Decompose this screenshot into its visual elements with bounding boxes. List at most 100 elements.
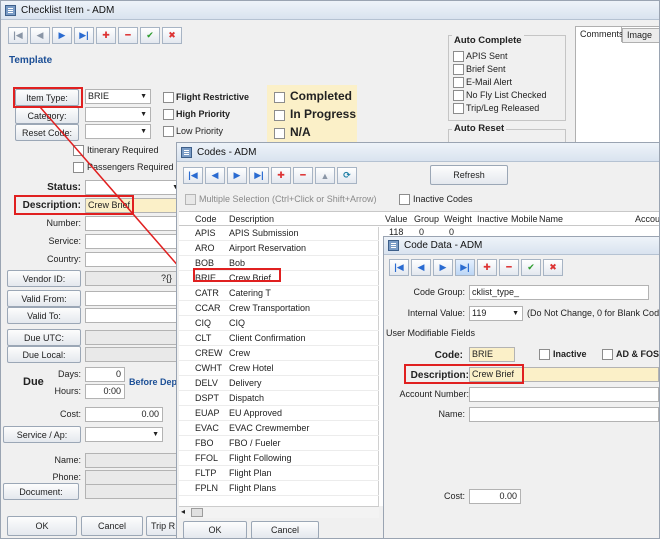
checklist-cancel-button[interactable]: Cancel — [81, 516, 143, 536]
phone-input[interactable] — [85, 470, 181, 485]
codes-row-description[interactable]: Catering T — [229, 287, 271, 299]
prev-record-icon[interactable]: ◀ — [411, 259, 431, 276]
no-fly-list-checkbox[interactable] — [453, 90, 464, 101]
refresh-icon[interactable]: ⟳ — [337, 167, 357, 184]
codes-row-code[interactable]: CREW — [195, 347, 223, 359]
item-type-select[interactable]: BRIE — [85, 89, 151, 104]
valid-from-button[interactable]: Valid From: — [7, 290, 81, 307]
codes-row-description[interactable]: Crew — [229, 347, 250, 359]
vendor-id-button[interactable]: Vendor ID: — [7, 270, 81, 287]
codes-row-code[interactable]: CIQ — [195, 317, 211, 329]
codes-row-code[interactable]: DSPT — [195, 392, 219, 404]
col-name[interactable]: Name — [539, 213, 563, 225]
last-record-icon[interactable]: ▶| — [249, 167, 269, 184]
delete-record-icon[interactable]: ━ — [499, 259, 519, 276]
due-utc-input[interactable] — [85, 330, 181, 345]
scroll-left-icon[interactable]: ◂ — [181, 507, 185, 516]
codes-row-description[interactable]: APIS Submission — [229, 227, 299, 239]
code-data-description-input[interactable]: Crew Brief — [469, 367, 659, 382]
passengers-required-checkbox[interactable] — [73, 162, 84, 173]
codes-cancel-button[interactable]: Cancel — [251, 521, 319, 538]
apis-sent-checkbox[interactable] — [453, 51, 464, 62]
due-hours-input[interactable]: 0:00 — [85, 384, 125, 399]
due-utc-button[interactable]: Due UTC: — [7, 329, 81, 346]
low-priority-checkbox[interactable] — [163, 126, 174, 137]
status-select[interactable] — [85, 180, 183, 195]
col-code[interactable]: Code — [195, 213, 217, 225]
codes-row-description[interactable]: Flight Following — [229, 452, 292, 464]
codes-row-code[interactable]: EUAP — [195, 407, 220, 419]
add-record-icon[interactable]: ✚ — [477, 259, 497, 276]
valid-to-input[interactable] — [85, 308, 181, 323]
codes-row-description[interactable]: FBO / Fueler — [229, 437, 281, 449]
multiple-selection-checkbox[interactable] — [185, 194, 196, 205]
codes-row-description[interactable]: CIQ — [229, 317, 245, 329]
comments-panel[interactable] — [575, 26, 659, 146]
itinerary-required-checkbox[interactable] — [73, 145, 84, 156]
item-type-button[interactable]: Item Type: — [15, 89, 79, 106]
due-days-input[interactable]: 0 — [85, 367, 125, 382]
codes-row-code[interactable]: FPLN — [195, 482, 218, 494]
first-record-icon[interactable]: |◀ — [183, 167, 203, 184]
codes-row-code[interactable]: EVAC — [195, 422, 219, 434]
tab-image[interactable]: Image — [622, 28, 659, 43]
codes-row-code[interactable]: FBO — [195, 437, 214, 449]
codes-row-code[interactable]: BOB — [195, 257, 214, 269]
checklist-ok-button[interactable]: OK — [7, 516, 77, 536]
codes-row-code[interactable]: CLT — [195, 332, 211, 344]
brief-sent-checkbox[interactable] — [453, 64, 464, 75]
service-ap-button[interactable]: Service / Ap: — [3, 426, 81, 443]
trip-released-checkbox[interactable] — [453, 103, 464, 114]
flight-restrictive-checkbox[interactable] — [163, 92, 174, 103]
last-record-icon[interactable]: ▶| — [74, 27, 94, 44]
document-button[interactable]: Document: — [3, 483, 79, 500]
add-record-icon[interactable]: ✚ — [96, 27, 116, 44]
name-input[interactable] — [85, 453, 181, 468]
codes-row-code[interactable]: CATR — [195, 287, 219, 299]
codes-ok-button[interactable]: OK — [183, 521, 247, 538]
codes-row-code[interactable]: CWHT — [195, 362, 222, 374]
prev-record-icon[interactable]: ◀ — [30, 27, 50, 44]
inactive-codes-checkbox[interactable] — [399, 194, 410, 205]
in-progress-checkbox[interactable] — [274, 110, 285, 121]
reset-code-button[interactable]: Reset Code: — [15, 124, 79, 141]
col-weight[interactable]: Weight — [444, 213, 472, 225]
high-priority-checkbox[interactable] — [163, 109, 174, 120]
cancel-record-icon[interactable]: ✖ — [162, 27, 182, 44]
service-ap-select[interactable] — [85, 427, 163, 442]
codes-row-code[interactable]: DELV — [195, 377, 218, 389]
codes-row-code[interactable]: ARO — [195, 242, 215, 254]
ad-fos-checkbox[interactable] — [602, 349, 613, 360]
reset-code-select[interactable] — [85, 124, 151, 139]
refresh-button[interactable]: Refresh — [430, 165, 508, 185]
code-data-name-input[interactable] — [469, 407, 659, 422]
first-record-icon[interactable]: |◀ — [8, 27, 28, 44]
due-local-input[interactable] — [85, 347, 181, 362]
col-mobile[interactable]: Mobile — [511, 213, 538, 225]
delete-record-icon[interactable]: ━ — [118, 27, 138, 44]
account-number-input[interactable] — [469, 387, 659, 402]
inactive-checkbox[interactable] — [539, 349, 550, 360]
add-record-icon[interactable]: ✚ — [271, 167, 291, 184]
internal-value-select[interactable]: 119 — [469, 306, 523, 321]
codes-row-description[interactable]: Crew Transportation — [229, 302, 310, 314]
code-group-input[interactable]: cklist_type_ — [469, 285, 649, 300]
prev-record-icon[interactable]: ◀ — [205, 167, 225, 184]
codes-row-code[interactable]: FFOL — [195, 452, 218, 464]
due-local-button[interactable]: Due Local: — [7, 346, 81, 363]
codes-horizontal-scrollbar[interactable]: ◂ — [179, 506, 379, 518]
cancel-record-icon[interactable]: ✖ — [543, 259, 563, 276]
category-button[interactable]: Category: — [15, 107, 79, 124]
number-input[interactable] — [85, 216, 181, 231]
col-inactive[interactable]: Inactive — [477, 213, 508, 225]
next-record-icon[interactable]: ▶ — [227, 167, 247, 184]
codes-row-description[interactable]: Dispatch — [229, 392, 264, 404]
codes-row-description[interactable]: Client Confirmation — [229, 332, 306, 344]
codes-row-description[interactable]: Airport Reservation — [229, 242, 306, 254]
col-value[interactable]: Value — [385, 213, 407, 225]
tab-comments[interactable]: Comments — [575, 26, 624, 42]
code-data-cost-input[interactable]: 0.00 — [469, 489, 521, 504]
codes-row-description[interactable]: Flight Plan — [229, 467, 272, 479]
next-record-icon[interactable]: ▶ — [52, 27, 72, 44]
codes-row-code[interactable]: BRIE — [195, 272, 216, 284]
